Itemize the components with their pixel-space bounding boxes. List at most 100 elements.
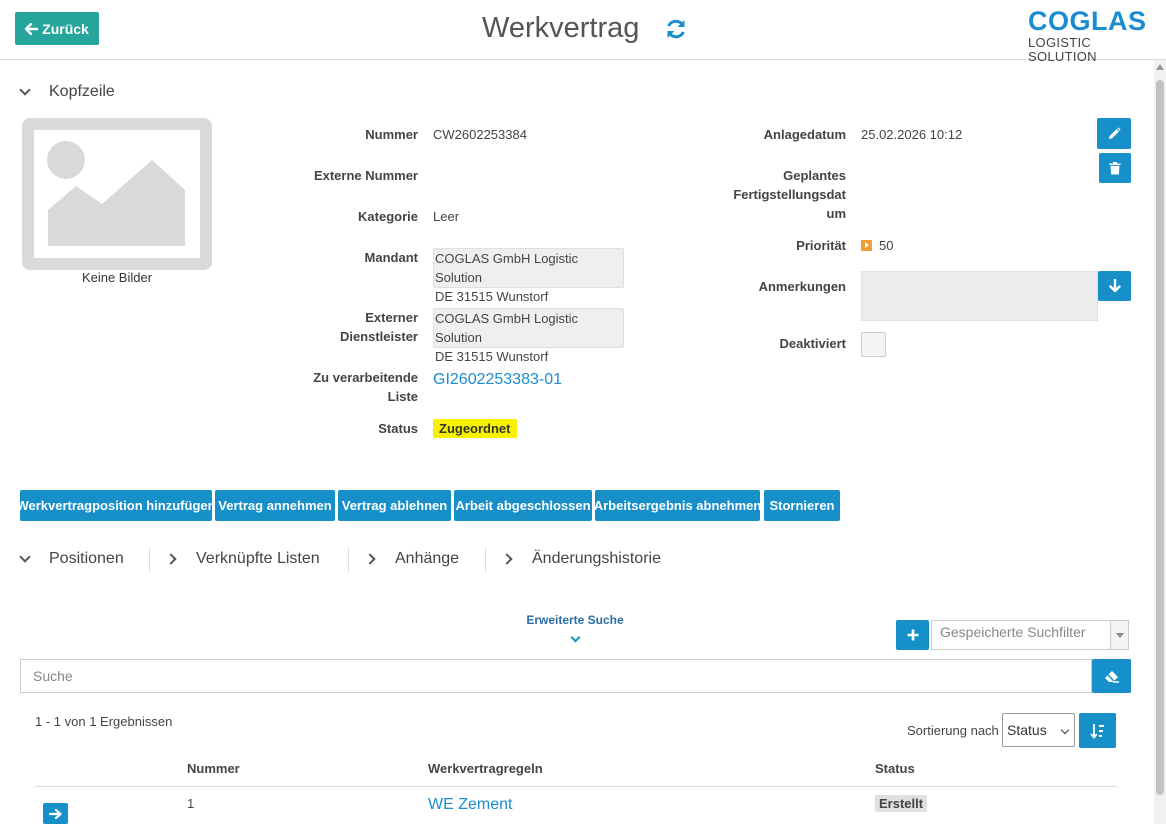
advanced-search-toggle[interactable]: Erweiterte Suche: [520, 613, 630, 627]
accept-contract-button[interactable]: Vertrag annehmen: [215, 490, 335, 521]
chevron-down-icon: [19, 550, 31, 563]
reject-contract-button[interactable]: Vertrag ablehnen: [338, 490, 451, 521]
field-label-zu-verarbeitende-liste: Zu verarbeitende Liste: [250, 368, 418, 406]
field-value-nummer: CW2602253384: [433, 127, 527, 142]
field-value-prioritaet: 50: [879, 238, 894, 253]
sort-direction-button[interactable]: [1079, 713, 1116, 748]
scroll-thumb[interactable]: [1156, 80, 1164, 795]
geplant-label-line-3: um: [826, 206, 847, 221]
tab-anhaenge-label: Anhänge: [395, 550, 460, 567]
add-filter-button[interactable]: [896, 620, 929, 650]
row-status-badge: Erstellt: [875, 795, 928, 812]
top-header: Zurück Werkvertrag COGLAS LOGISTIC SOLUT…: [0, 0, 1166, 64]
chevron-right-icon: [364, 553, 376, 565]
chevron-down-icon[interactable]: [570, 632, 581, 643]
column-header-nummer[interactable]: Nummer: [187, 761, 240, 776]
company-logo: COGLAS LOGISTIC SOLUTION: [1028, 6, 1150, 64]
field-value-kategorie: Leer: [433, 209, 460, 224]
image-placeholder: [22, 118, 212, 270]
geplant-label-line-2: Fertigstellungsdat: [733, 187, 846, 202]
refresh-icon[interactable]: [664, 17, 688, 41]
accept-work-result-button[interactable]: Arbeitsergebnis abnehmen: [594, 490, 761, 521]
field-label-externe-nummer: Externe Nummer: [313, 168, 418, 183]
liste-label-line-2: Liste: [387, 389, 418, 404]
search-placeholder: Suche: [33, 668, 73, 684]
ext-dl-label-line-1: Externer: [365, 310, 418, 325]
tab-divider: [348, 548, 349, 572]
cancel-contract-button[interactable]: Stornieren: [764, 490, 840, 521]
saved-filters-placeholder: Gespeicherte Suchfilter: [940, 624, 1086, 640]
table-header-divider: [35, 786, 1117, 787]
plus-icon: [907, 629, 918, 641]
saved-filters-select[interactable]: Gespeicherte Suchfilter: [931, 620, 1129, 650]
logo-sub-text: LOGISTIC SOLUTION: [1028, 35, 1097, 64]
tab-aenderungshistorie[interactable]: Änderungshistorie: [501, 548, 661, 570]
field-link-liste[interactable]: GI2602253383-01: [433, 370, 562, 389]
delete-button[interactable]: [1099, 153, 1131, 183]
arrow-down-icon: [1108, 279, 1121, 293]
back-button[interactable]: Zurück: [15, 12, 99, 45]
tab-verknuepfte-listen-label: Verknüpfte Listen: [196, 550, 320, 567]
field-label-anlagedatum: Anlagedatum: [763, 127, 846, 142]
status-badge: Zugeordnet: [433, 419, 517, 438]
field-value-anlagedatum: 25.02.2026 10:12: [861, 127, 963, 142]
priority-icon: [861, 240, 872, 251]
tab-positionen[interactable]: Positionen: [19, 548, 124, 570]
tab-anhaenge[interactable]: Anhänge: [364, 548, 460, 570]
work-completed-button[interactable]: Arbeit abgeschlossen: [454, 490, 592, 521]
chevron-down-icon: [1060, 725, 1070, 735]
sort-select[interactable]: Status: [1002, 713, 1075, 747]
field-value-externer-dienstleister: COGLAS GmbH Logistic Solution DE 31515 W…: [433, 308, 624, 364]
mandant-line-2: DE 31515 Wunstorf: [435, 289, 549, 304]
arrow-right-icon: [49, 808, 62, 819]
scroll-up-arrow-icon[interactable]: [1156, 64, 1164, 70]
results-count: 1 - 1 von 1 Ergebnissen: [35, 714, 173, 729]
row-regel-link[interactable]: WE Zement: [428, 796, 512, 814]
tab-verknuepfte-listen[interactable]: Verknüpfte Listen: [165, 548, 320, 570]
field-label-externer-dienstleister: Externer Dienstleister: [250, 308, 418, 346]
edit-button[interactable]: [1097, 118, 1131, 149]
section-toggle-kopfzeile[interactable]: Kopfzeile: [19, 83, 115, 101]
field-label-deaktiviert: Deaktiviert: [779, 336, 846, 351]
add-contract-position-button[interactable]: Werkvertragposition hinzufügen: [16, 490, 216, 521]
anmerkungen-field[interactable]: [861, 271, 1098, 321]
search-input[interactable]: Suche: [20, 659, 1092, 693]
mandant-line-1: COGLAS GmbH Logistic Solution: [435, 251, 579, 285]
tab-divider: [149, 548, 150, 572]
field-label-geplantes-fertigstellungsdatum: Geplantes Fertigstellungsdat um: [700, 166, 846, 223]
chevron-down-icon[interactable]: [1110, 621, 1128, 649]
geplant-label-line-1: Geplantes: [783, 168, 846, 183]
tab-aenderungshistorie-label: Änderungshistorie: [532, 550, 661, 567]
image-icon: [47, 141, 185, 246]
eraser-icon: [1104, 671, 1119, 683]
ext-dl-line-2: DE 31515 Wunstorf: [435, 349, 549, 364]
trash-icon: [1109, 161, 1121, 174]
tab-divider: [485, 548, 486, 572]
column-header-status[interactable]: Status: [875, 761, 915, 776]
sort-label: Sortierung nach: [907, 723, 999, 738]
field-label-mandant: Mandant: [364, 250, 418, 265]
chevron-right-icon: [501, 553, 513, 565]
ext-dl-label-line-2: Dienstleister: [339, 329, 418, 344]
row-nummer: 1: [187, 796, 195, 811]
liste-label-line-1: Zu verarbeitende: [313, 370, 418, 385]
tab-positionen-label: Positionen: [49, 550, 124, 567]
field-value-mandant: COGLAS GmbH Logistic Solution DE 31515 W…: [433, 248, 624, 304]
field-label-prioritaet: Priorität: [796, 238, 846, 253]
logo-main-text: COGLAS: [1028, 6, 1147, 36]
open-row-button[interactable]: [43, 803, 68, 824]
clear-search-button[interactable]: [1092, 659, 1131, 693]
sort-icon: [1089, 723, 1104, 739]
page-title: Werkvertrag: [482, 12, 640, 44]
chevron-right-icon: [165, 553, 177, 565]
deaktiviert-checkbox[interactable]: [861, 332, 886, 357]
field-label-anmerkungen: Anmerkungen: [758, 279, 846, 294]
column-header-werkvertragregeln[interactable]: Werkvertragregeln: [428, 761, 543, 776]
no-images-label: Keine Bilder: [81, 270, 153, 285]
arrow-left-icon: [25, 22, 39, 35]
page-scrollbar[interactable]: [1154, 60, 1166, 824]
ext-dl-line-1: COGLAS GmbH Logistic Solution: [435, 311, 579, 345]
download-remarks-button[interactable]: [1098, 271, 1131, 301]
section-title-kopfzeile: Kopfzeile: [49, 83, 115, 100]
pencil-icon: [1109, 126, 1121, 139]
